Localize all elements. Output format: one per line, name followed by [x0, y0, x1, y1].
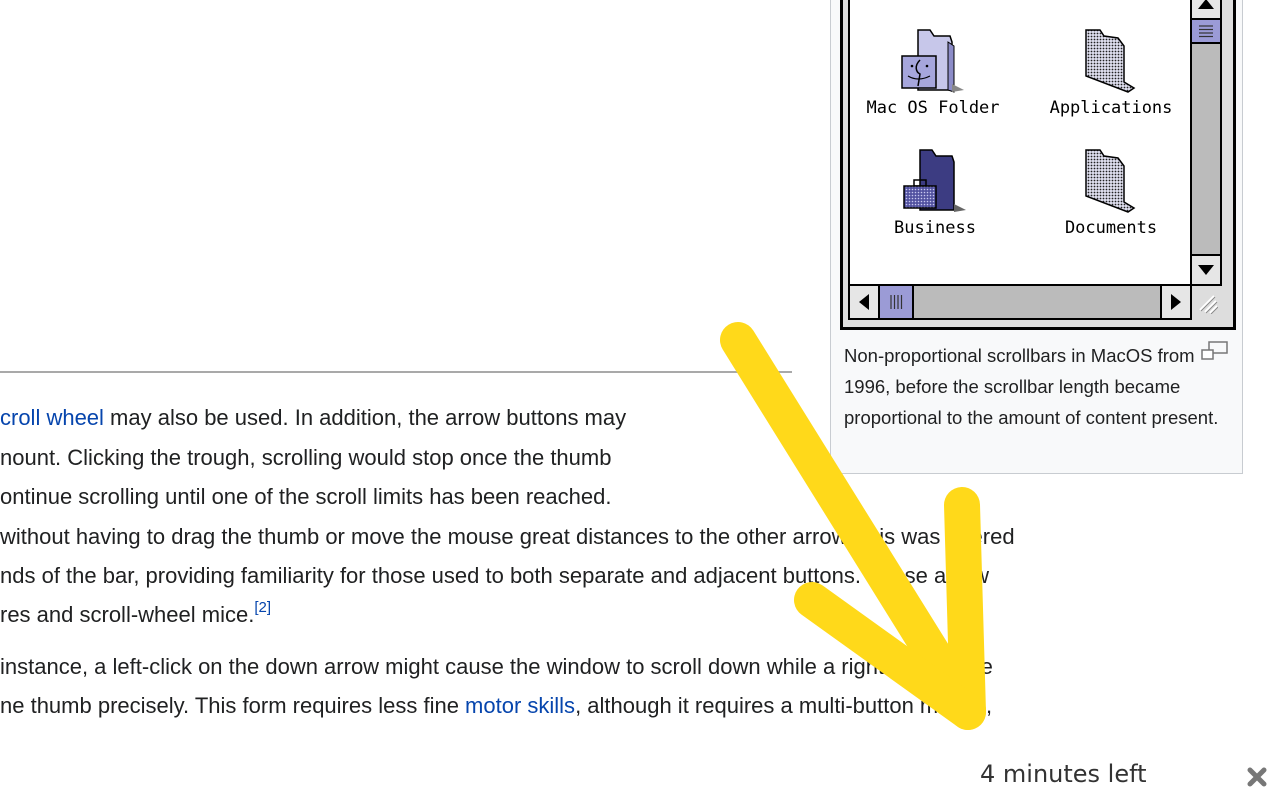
mac-horizontal-scrollbar[interactable]: [848, 284, 1192, 320]
link-motor-skills[interactable]: motor skills: [465, 693, 575, 718]
paragraph-line: nount. Clicking the trough, scrolling wo…: [0, 445, 611, 471]
resize-grip-icon: [1199, 295, 1218, 314]
scroll-left-button[interactable]: [850, 286, 880, 318]
vertical-scroll-thumb[interactable]: [1192, 20, 1220, 44]
section-divider: [0, 371, 792, 373]
close-icon: [1247, 767, 1267, 787]
paragraph-line: croll wheel may also be used. In additio…: [0, 405, 626, 431]
scroll-right-button[interactable]: [1160, 286, 1190, 318]
system-folder-icon: [901, 29, 964, 93]
icon-label: Applications: [1049, 98, 1173, 118]
enlarge-icon[interactable]: [1200, 340, 1230, 362]
horizontal-scroll-thumb[interactable]: [880, 286, 914, 318]
mac-vertical-scrollbar[interactable]: [1190, 0, 1222, 286]
folder-icon: [1085, 149, 1136, 213]
text-span: without having to drag the thumb or move…: [0, 524, 1015, 549]
scroll-down-button[interactable]: [1192, 254, 1220, 284]
icon-label: Documents: [1064, 218, 1158, 238]
close-button[interactable]: [1244, 764, 1270, 790]
business-folder-icon: [903, 149, 966, 212]
paragraph-line: ontinue scrolling until one of the scrol…: [0, 484, 611, 510]
text-span: ne thumb precisely. This form requires l…: [0, 693, 466, 718]
arrow-right-icon: [1171, 294, 1181, 310]
mac-icon-item: Documents: [1036, 146, 1186, 238]
paragraph-line: nds of the bar, providing familiarity fo…: [0, 563, 989, 589]
arrow-up-icon: [1198, 0, 1214, 9]
paragraph-line: without having to drag the thumb or move…: [0, 524, 1015, 550]
paragraph-line: ne thumb precisely. This form requires l…: [0, 693, 992, 719]
grip-lines-icon: [1199, 25, 1213, 38]
figure-caption: Non-proportional scrollbars in MacOS fro…: [844, 345, 1219, 428]
text-span: may also be used. In addition, the arrow…: [103, 405, 627, 430]
icon-label: Business: [894, 218, 976, 238]
magnify-clip-icon: [1201, 341, 1228, 360]
scroll-up-button[interactable]: [1192, 0, 1220, 20]
text-span: nount. Clicking the trough, scrolling wo…: [0, 445, 612, 470]
text-span: nds of the bar, providing familiarity fo…: [0, 563, 989, 588]
paragraph-line: res and scroll-wheel mice.[2]: [0, 599, 271, 628]
paragraph-line: instance, a left-click on the down arrow…: [0, 654, 993, 680]
text-span: , although it requires a multi-button mo…: [575, 693, 993, 718]
arrow-left-icon: [859, 294, 869, 310]
mac-icon-item: Business: [860, 146, 1010, 238]
resize-grip[interactable]: [1192, 286, 1222, 320]
text-span: ontinue scrolling until one of the scrol…: [0, 484, 612, 509]
mac-icon-item: Applications: [1036, 26, 1186, 118]
citation-link[interactable]: [2]: [254, 599, 271, 616]
time-remaining-label: 4 minutes left: [980, 760, 1147, 788]
mac-icon-item: Mac OS Folder: [858, 26, 1008, 118]
grip-lines-icon: [890, 295, 903, 309]
text-span: res and scroll-wheel mice.: [0, 602, 255, 627]
arrow-down-icon: [1198, 265, 1214, 275]
text-span: instance, a left-click on the down arrow…: [0, 654, 993, 679]
folder-icon: [1085, 29, 1136, 93]
icon-label: Mac OS Folder: [866, 98, 1000, 118]
link-scroll-wheel[interactable]: croll wheel: [0, 405, 104, 430]
